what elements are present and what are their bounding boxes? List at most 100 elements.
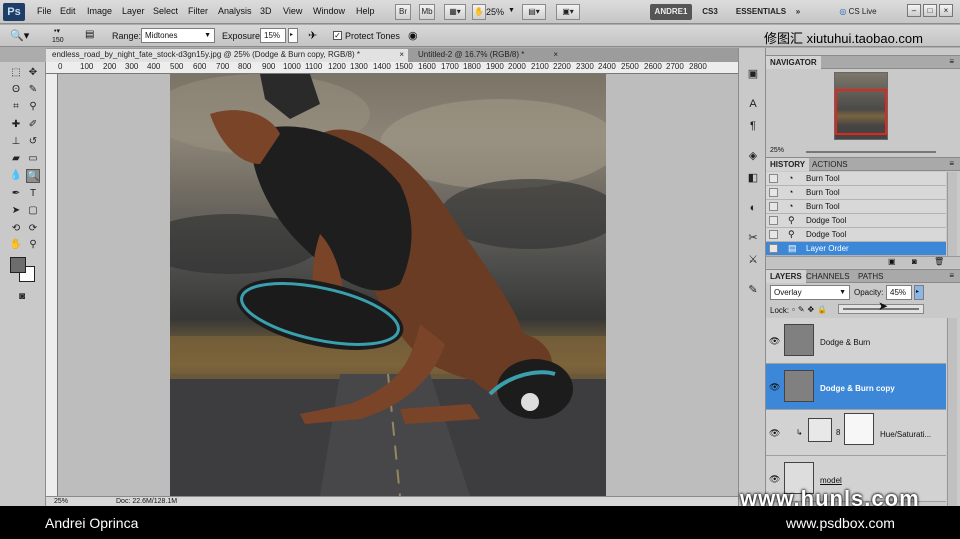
quick-mask-icon[interactable]: ◙ bbox=[15, 290, 29, 304]
layer-name[interactable]: Dodge & Burn copy bbox=[820, 384, 895, 393]
trash-icon[interactable]: 🗑 bbox=[934, 257, 944, 266]
panel-menu-icon[interactable]: ≡ bbox=[949, 159, 954, 168]
move-tool-icon[interactable]: ✥ bbox=[26, 66, 40, 80]
history-item[interactable]: ⚲ Dodge Tool bbox=[766, 214, 946, 228]
chevron-down-icon[interactable]: ▼ bbox=[508, 7, 515, 14]
brush-size[interactable]: 150 bbox=[52, 37, 64, 44]
panel-menu-icon[interactable]: ≡ bbox=[949, 57, 954, 66]
menu-analysis[interactable]: Analysis bbox=[218, 6, 252, 16]
3d-orbit-tool-icon[interactable]: ⟳ bbox=[26, 222, 40, 236]
close-icon[interactable]: × bbox=[399, 49, 404, 61]
menu-window[interactable]: Window bbox=[313, 6, 345, 16]
blend-mode-select[interactable]: Overlay ▼ bbox=[770, 285, 850, 300]
tab-channels[interactable]: CHANNELS bbox=[802, 270, 854, 283]
history-item-selected[interactable]: ▤ Layer Order bbox=[766, 242, 946, 256]
workspace-cs3[interactable]: CS3 bbox=[698, 4, 722, 20]
protect-tones-checkbox[interactable]: ✓ bbox=[333, 31, 342, 40]
eraser-tool-icon[interactable]: ▰ bbox=[9, 152, 23, 166]
panel-menu-icon[interactable]: ≡ bbox=[949, 271, 954, 280]
exposure-slider-toggle[interactable]: ▸ bbox=[288, 28, 298, 43]
eye-icon[interactable]: 👁 bbox=[769, 428, 780, 439]
history-brush-source-box[interactable] bbox=[769, 244, 778, 253]
exposure-input[interactable]: 15% bbox=[260, 28, 286, 43]
path-select-tool-icon[interactable]: ➤ bbox=[9, 204, 23, 218]
document-image[interactable] bbox=[170, 74, 606, 496]
tool-presets-icon[interactable]: ✂ bbox=[745, 230, 761, 246]
menu-3d[interactable]: 3D bbox=[260, 6, 272, 16]
doc-tab-untitled[interactable]: Untitled-2 @ 16.7% (RGB/8) * × bbox=[412, 49, 562, 62]
minimize-button[interactable]: – bbox=[907, 4, 921, 17]
zoom-level[interactable]: 25% bbox=[486, 7, 504, 17]
arrange-documents-button[interactable]: ▤▾ bbox=[522, 4, 546, 20]
brush-tool-icon[interactable]: ✐ bbox=[26, 118, 40, 132]
masks-panel-icon[interactable]: ◧ bbox=[745, 170, 761, 186]
canvas-area[interactable] bbox=[58, 74, 738, 496]
navigator-thumbnail[interactable] bbox=[834, 72, 888, 140]
paragraph-panel-icon[interactable]: ¶ bbox=[745, 118, 761, 134]
eyedropper-tool-icon[interactable]: ⚲ bbox=[26, 100, 40, 114]
tab-navigator[interactable]: NAVIGATOR bbox=[766, 56, 821, 69]
3d-rotate-tool-icon[interactable]: ⟲ bbox=[9, 222, 23, 236]
eye-icon[interactable]: 👁 bbox=[769, 382, 780, 393]
minibridge-button[interactable]: Mb bbox=[419, 4, 435, 20]
pressure-size-icon[interactable]: ◉ bbox=[408, 29, 418, 42]
crop-tool-icon[interactable]: ⌗ bbox=[9, 100, 23, 114]
eye-icon[interactable]: 👁 bbox=[769, 336, 780, 347]
menu-view[interactable]: View bbox=[283, 6, 302, 16]
history-brush-source-box[interactable] bbox=[769, 230, 778, 239]
menu-select[interactable]: Select bbox=[153, 6, 178, 16]
workspace-more-icon[interactable]: » bbox=[792, 4, 804, 20]
blur-tool-icon[interactable]: 💧 bbox=[9, 169, 23, 183]
hand-toggle-button[interactable]: ✋ bbox=[472, 4, 486, 20]
styles-panel-icon[interactable]: ◐ bbox=[745, 200, 761, 216]
dodge-tool-preset-icon[interactable]: 🔍▾ bbox=[10, 29, 29, 42]
screen-mode-button[interactable]: ▣▾ bbox=[556, 4, 580, 20]
eye-icon[interactable]: 👁 bbox=[769, 474, 780, 485]
link-icon[interactable]: 8 bbox=[836, 428, 840, 437]
brush-preview-icon[interactable]: •▾ bbox=[54, 27, 60, 35]
view-extras-button[interactable]: ▦▾ bbox=[444, 4, 466, 20]
history-brush-source-box[interactable] bbox=[769, 202, 778, 211]
workspace-andre1[interactable]: ANDRE1 bbox=[650, 4, 692, 20]
tab-actions[interactable]: ACTIONS bbox=[808, 158, 852, 171]
tab-paths[interactable]: PATHS bbox=[854, 270, 887, 283]
menu-edit[interactable]: Edit bbox=[60, 6, 76, 16]
clone-source-icon[interactable]: ⚔ bbox=[745, 252, 761, 268]
foreground-color-front[interactable] bbox=[10, 257, 26, 273]
maximize-button[interactable]: □ bbox=[923, 4, 937, 17]
navigator-zoom-slider[interactable] bbox=[806, 151, 936, 153]
layer-name[interactable]: model bbox=[820, 476, 842, 485]
layer-row[interactable]: 👁 Dodge & Burn bbox=[766, 318, 946, 364]
type-tool-icon[interactable]: T bbox=[26, 187, 40, 201]
history-brush-source-box[interactable] bbox=[769, 216, 778, 225]
layer-name[interactable]: Hue/Saturati... bbox=[880, 430, 931, 439]
history-item[interactable]: ◔ Burn Tool bbox=[766, 186, 946, 200]
layer-mask-thumbnail[interactable] bbox=[844, 413, 874, 445]
shape-tool-icon[interactable]: ▢ bbox=[26, 204, 40, 218]
menu-filter[interactable]: Filter bbox=[188, 6, 208, 16]
brush-panel-icon[interactable]: ▤ bbox=[85, 29, 94, 40]
history-brush-source-box[interactable] bbox=[769, 174, 778, 183]
lock-icons[interactable]: ▫✎✥🔒 bbox=[792, 305, 830, 314]
gradient-tool-icon[interactable]: ▭ bbox=[26, 152, 40, 166]
bridge-button[interactable]: Br bbox=[395, 4, 411, 20]
clone-stamp-tool-icon[interactable]: ⊥ bbox=[9, 135, 23, 149]
history-scrollbar[interactable] bbox=[947, 172, 957, 256]
status-zoom[interactable]: 25% bbox=[54, 497, 68, 506]
navigator-view-box[interactable] bbox=[835, 89, 887, 135]
new-document-from-state-icon[interactable]: ▣ bbox=[888, 257, 896, 266]
range-select[interactable]: Midtones ▼ bbox=[141, 28, 215, 43]
cs-live-button[interactable]: ◎ CS Live bbox=[830, 4, 886, 20]
opacity-slider-toggle[interactable]: ▸ bbox=[914, 285, 924, 300]
character-panel-icon[interactable]: A bbox=[745, 96, 761, 112]
menu-image[interactable]: Image bbox=[87, 6, 112, 16]
menu-help[interactable]: Help bbox=[356, 6, 375, 16]
quick-select-tool-icon[interactable]: ✎ bbox=[26, 83, 40, 97]
history-item[interactable]: ◔ Burn Tool bbox=[766, 200, 946, 214]
history-brush-tool-icon[interactable]: ↺ bbox=[26, 135, 40, 149]
new-snapshot-icon[interactable]: ◙ bbox=[912, 257, 917, 266]
navigator-zoom[interactable]: 25% bbox=[770, 147, 784, 154]
healing-brush-tool-icon[interactable]: ✚ bbox=[9, 118, 23, 132]
close-button[interactable]: × bbox=[939, 4, 953, 17]
pen-tool-icon[interactable]: ✒ bbox=[9, 187, 23, 201]
